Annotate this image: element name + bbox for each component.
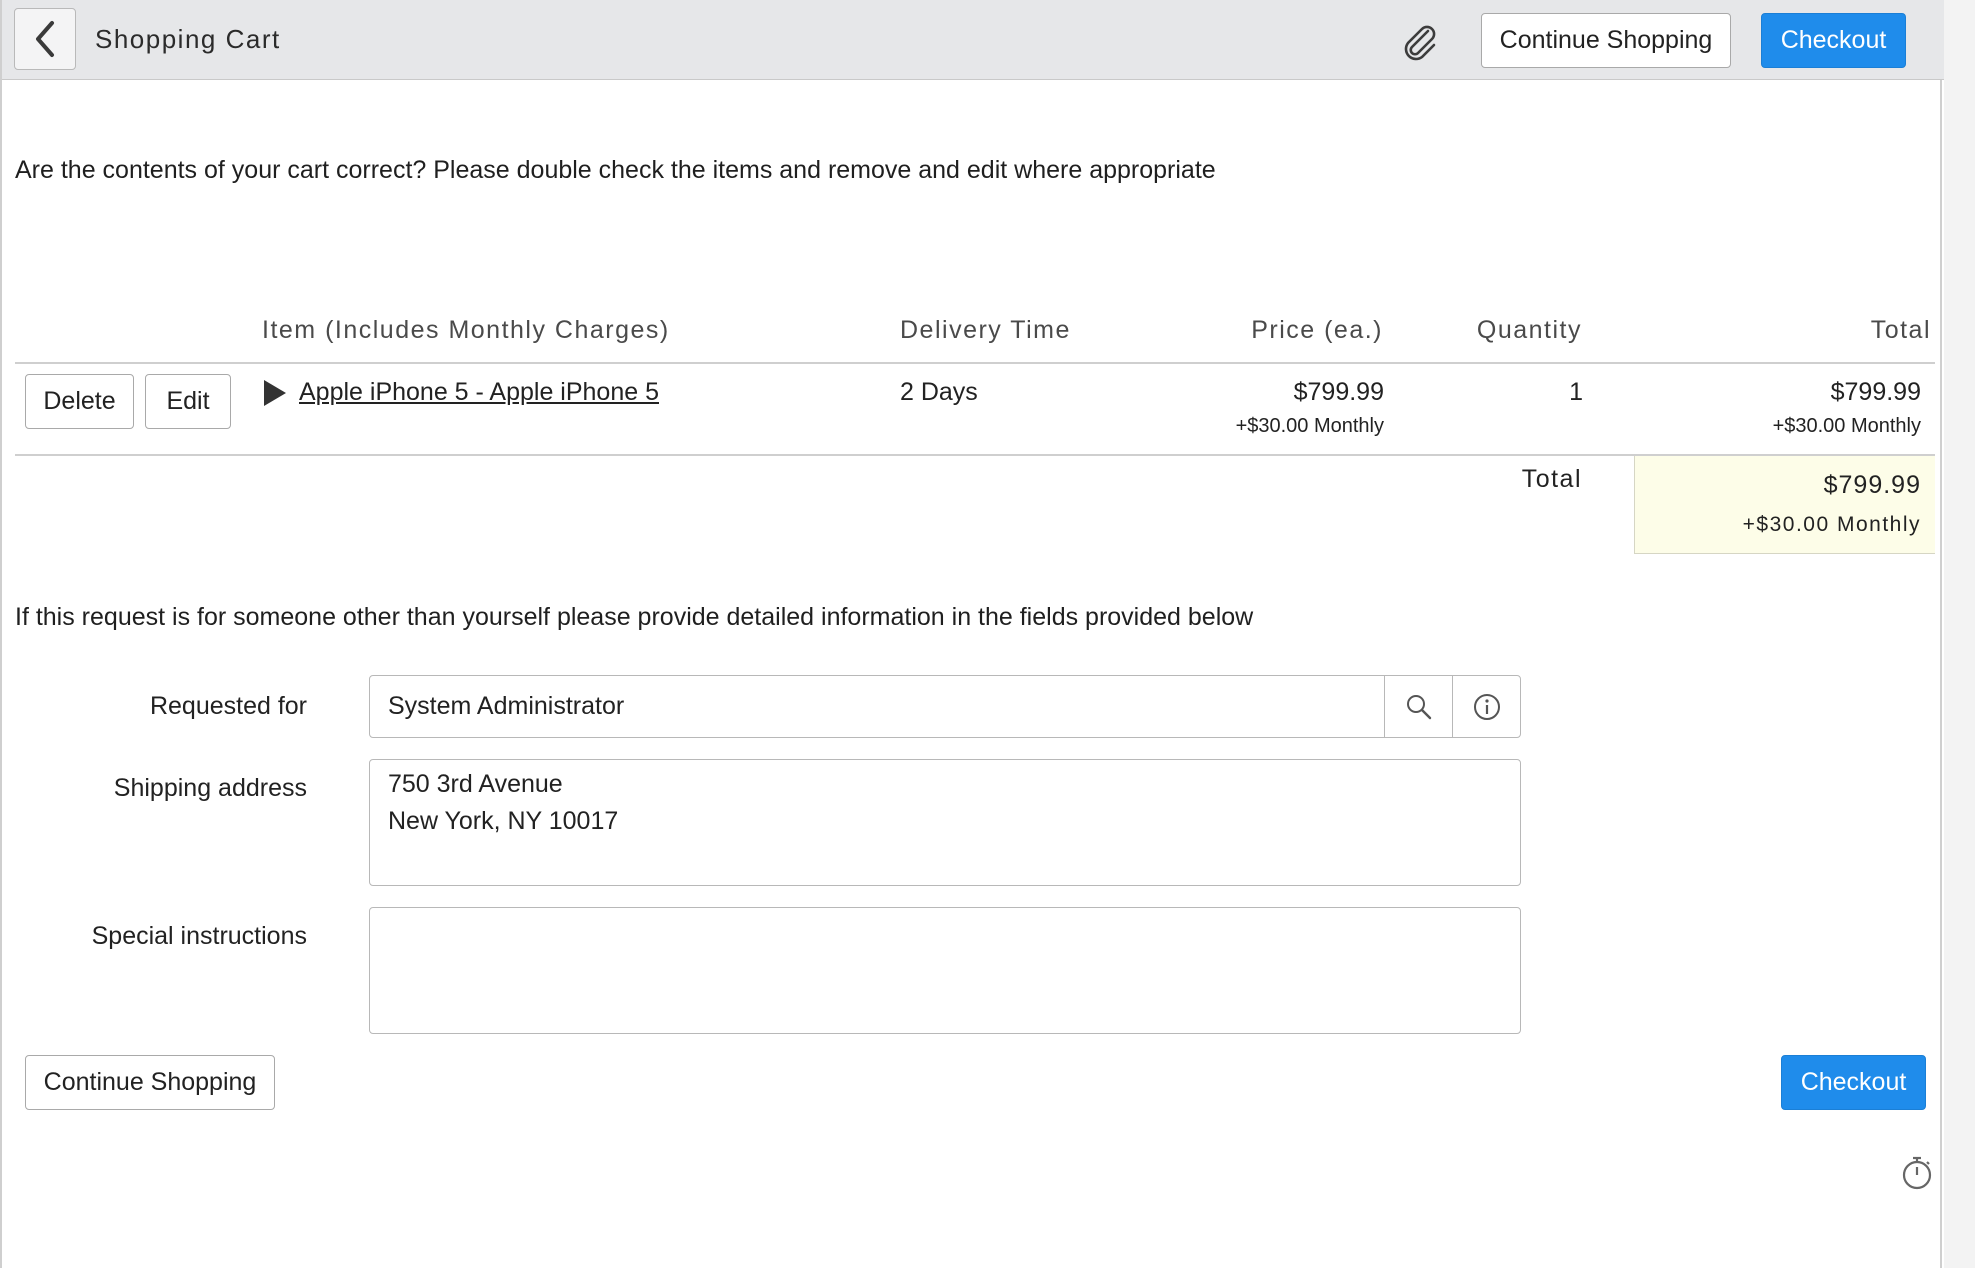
item-price: $799.99 — [1293, 378, 1384, 406]
paperclip-icon[interactable] — [1400, 22, 1440, 62]
grand-total-label: Total — [1521, 465, 1582, 493]
search-button[interactable] — [1384, 676, 1452, 737]
delivery-time: 2 Days — [900, 378, 978, 406]
checkout-button-bottom[interactable]: Checkout — [1781, 1055, 1926, 1110]
column-header-delivery: Delivery Time — [900, 316, 1071, 344]
requested-for-value: System Administrator — [388, 692, 625, 720]
shipping-address-field[interactable] — [369, 759, 1521, 886]
info-button[interactable] — [1452, 676, 1520, 737]
column-header-item: Item (Includes Monthly Charges) — [262, 316, 670, 344]
grand-total-value: $799.99 — [1823, 471, 1921, 499]
column-header-quantity: Quantity — [1476, 316, 1582, 344]
continue-shopping-button-bottom[interactable]: Continue Shopping — [25, 1055, 275, 1110]
window-edge — [1944, 0, 1975, 1268]
page-header: Shopping Cart Continue Shopping Checkout — [2, 0, 1944, 80]
checkout-button-top[interactable]: Checkout — [1761, 13, 1906, 68]
chevron-left-icon — [36, 21, 54, 57]
special-instructions-field[interactable] — [369, 907, 1521, 1034]
requested-for-field[interactable]: System Administrator — [369, 675, 1521, 738]
shipping-address-label: Shipping address — [113, 774, 307, 802]
table-header-divider — [15, 362, 1935, 364]
requested-for-label: Requested for — [149, 692, 307, 720]
item-link[interactable]: Apple iPhone 5 - Apple iPhone 5 — [299, 378, 659, 407]
item-total: $799.99 — [1830, 378, 1921, 406]
intro-text: Are the contents of your cart correct? P… — [15, 156, 1216, 184]
page-title: Shopping Cart — [95, 24, 281, 54]
item-price-monthly: +$30.00 Monthly — [1235, 415, 1384, 437]
grand-total-monthly: +$30.00 Monthly — [1742, 513, 1921, 536]
info-icon — [1473, 693, 1500, 720]
delete-button[interactable]: Delete — [25, 374, 134, 429]
special-instructions-label: Special instructions — [91, 922, 307, 950]
expand-triangle-icon[interactable] — [264, 380, 286, 406]
back-button[interactable] — [14, 8, 76, 70]
continue-shopping-button-top[interactable]: Continue Shopping — [1481, 13, 1731, 68]
column-header-total: Total — [1870, 316, 1931, 344]
request-note: If this request is for someone other tha… — [15, 603, 1254, 631]
shopping-cart-page: Shopping Cart Continue Shopping Checkout… — [0, 0, 1944, 1268]
edit-button[interactable]: Edit — [145, 374, 231, 429]
column-header-price: Price (ea.) — [1251, 316, 1383, 344]
search-icon — [1406, 694, 1431, 719]
item-quantity: 1 — [1569, 378, 1583, 406]
stopwatch-icon[interactable] — [1900, 1155, 1934, 1191]
item-total-monthly: +$30.00 Monthly — [1772, 415, 1921, 437]
